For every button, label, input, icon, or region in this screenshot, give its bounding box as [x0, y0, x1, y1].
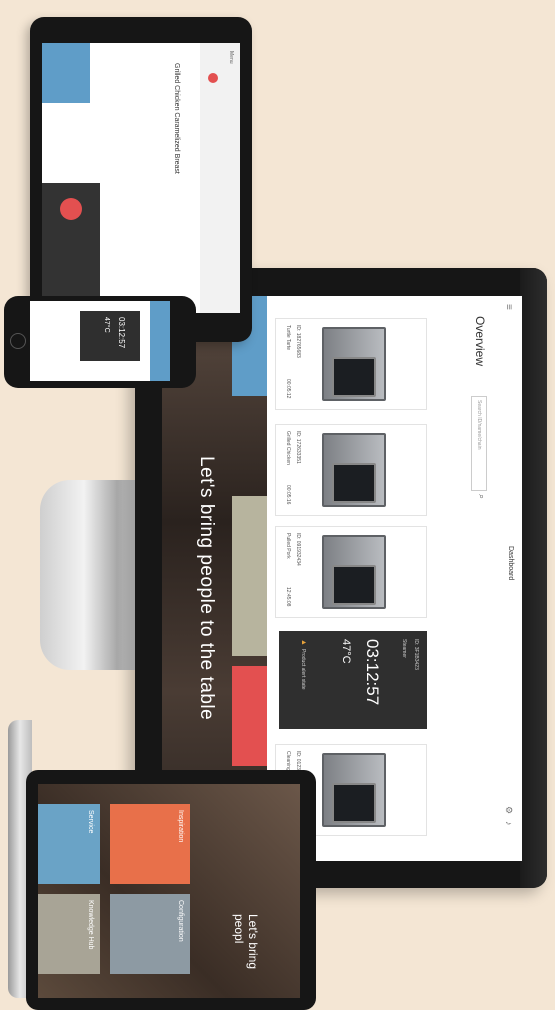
alert-card-status: Steamer: [401, 639, 407, 658]
card-name: Grilled Chicken: [285, 431, 291, 465]
tile-label: Inspiration: [177, 810, 184, 843]
oven-image: [322, 753, 386, 827]
hero-tagline: Let's bring people to the table: [196, 456, 217, 721]
tablet-menu[interactable]: Menu: [228, 51, 234, 64]
phone-screen: 03:12:57 47°C: [30, 301, 170, 381]
tablet-sidebar: Menu: [200, 43, 240, 313]
phone-alert-card: 03:12:57 47°C: [80, 311, 140, 361]
tablet-screen: Menu Grilled Chicken Caramelized Breast: [42, 43, 240, 313]
tile-knowledge-hub[interactable]: Knowledge Hub: [38, 894, 100, 974]
alert-card-id: ID: 3F1B3423: [413, 639, 419, 670]
alert-card[interactable]: ID: 3F1B3423 Steamer 03:12:57 47°C ▲ Pro…: [279, 631, 427, 729]
tile-configuration[interactable]: Configuration: [110, 894, 190, 974]
page-title: Overview: [473, 316, 487, 367]
oven-card[interactable]: ID: 172633351 Grilled Chicken 00:05:16: [275, 424, 427, 516]
alert-card-time: 03:12:57: [363, 639, 382, 706]
tile-label: Knowledge Hub: [87, 900, 94, 950]
hero-tile-sand: [232, 496, 267, 656]
laptop-tagline: Let's bring peopl: [232, 914, 260, 969]
phone-time: 03:12:57: [117, 317, 126, 349]
card-id: ID: 182765683: [295, 325, 301, 358]
imac-chin: [520, 268, 547, 888]
laptop-app: Let's bring peopl Inspiration Service Co…: [38, 784, 300, 998]
oven-card[interactable]: ID: 091932434 Pulled Pork 12:45:08: [275, 526, 427, 618]
card-time: 00:05:16: [285, 485, 291, 505]
alert-icon: [60, 198, 82, 220]
dashboard-header: ≡ Dashboard ⚙ ♪: [492, 296, 522, 861]
card-name: Turtle Tarte: [285, 325, 291, 351]
tile-service[interactable]: Service: [38, 804, 100, 884]
tile-inspiration[interactable]: Inspiration: [110, 804, 190, 884]
card-id: ID: 091932434: [295, 533, 301, 566]
status-dot-icon: [208, 73, 218, 83]
card-name: Pulled Pork: [285, 533, 291, 559]
card-time: 00:05:12: [285, 379, 291, 399]
phone-app: 03:12:57 47°C: [30, 301, 170, 381]
laptop-screen: Let's bring peopl Inspiration Service Co…: [38, 784, 300, 998]
oven-image: [322, 433, 386, 507]
phone-home-button: [10, 333, 26, 349]
alert-warning-text: Product alert state: [300, 649, 306, 690]
menu-icon[interactable]: ≡: [503, 304, 514, 310]
settings-icon[interactable]: ⚙: [503, 806, 514, 814]
oven-card[interactable]: ID: 182765683 Turtle Tarte 00:05:12: [275, 318, 427, 410]
tablet-app: Menu Grilled Chicken Caramelized Breast: [42, 43, 240, 313]
oven-image: [322, 535, 386, 609]
tile-label: Configuration: [177, 900, 184, 942]
phone-temp: 47°C: [103, 317, 110, 333]
alert-card-temp: 47°C: [340, 639, 352, 664]
phone-header: [150, 301, 170, 381]
oven-image: [322, 327, 386, 401]
nav-dashboard[interactable]: Dashboard: [507, 546, 514, 580]
hero-tile-red: [232, 666, 267, 766]
card-id: ID: 172633351: [295, 431, 301, 464]
imac-stand: [40, 480, 150, 670]
tablet-dark-panel: [42, 183, 100, 313]
card-name: Cleaning: [285, 751, 291, 771]
search-icon[interactable]: ⌕: [476, 494, 487, 499]
bell-icon[interactable]: ♪: [504, 821, 514, 826]
tile-label: Service: [87, 810, 94, 834]
tablet-tile: [42, 43, 90, 103]
tablet-heading: Grilled Chicken Caramelized Breast: [173, 63, 180, 174]
warning-icon: ▲: [300, 639, 307, 646]
search-input[interactable]: Search ID/name/chain: [471, 396, 487, 491]
card-time: 12:45:08: [285, 587, 291, 607]
